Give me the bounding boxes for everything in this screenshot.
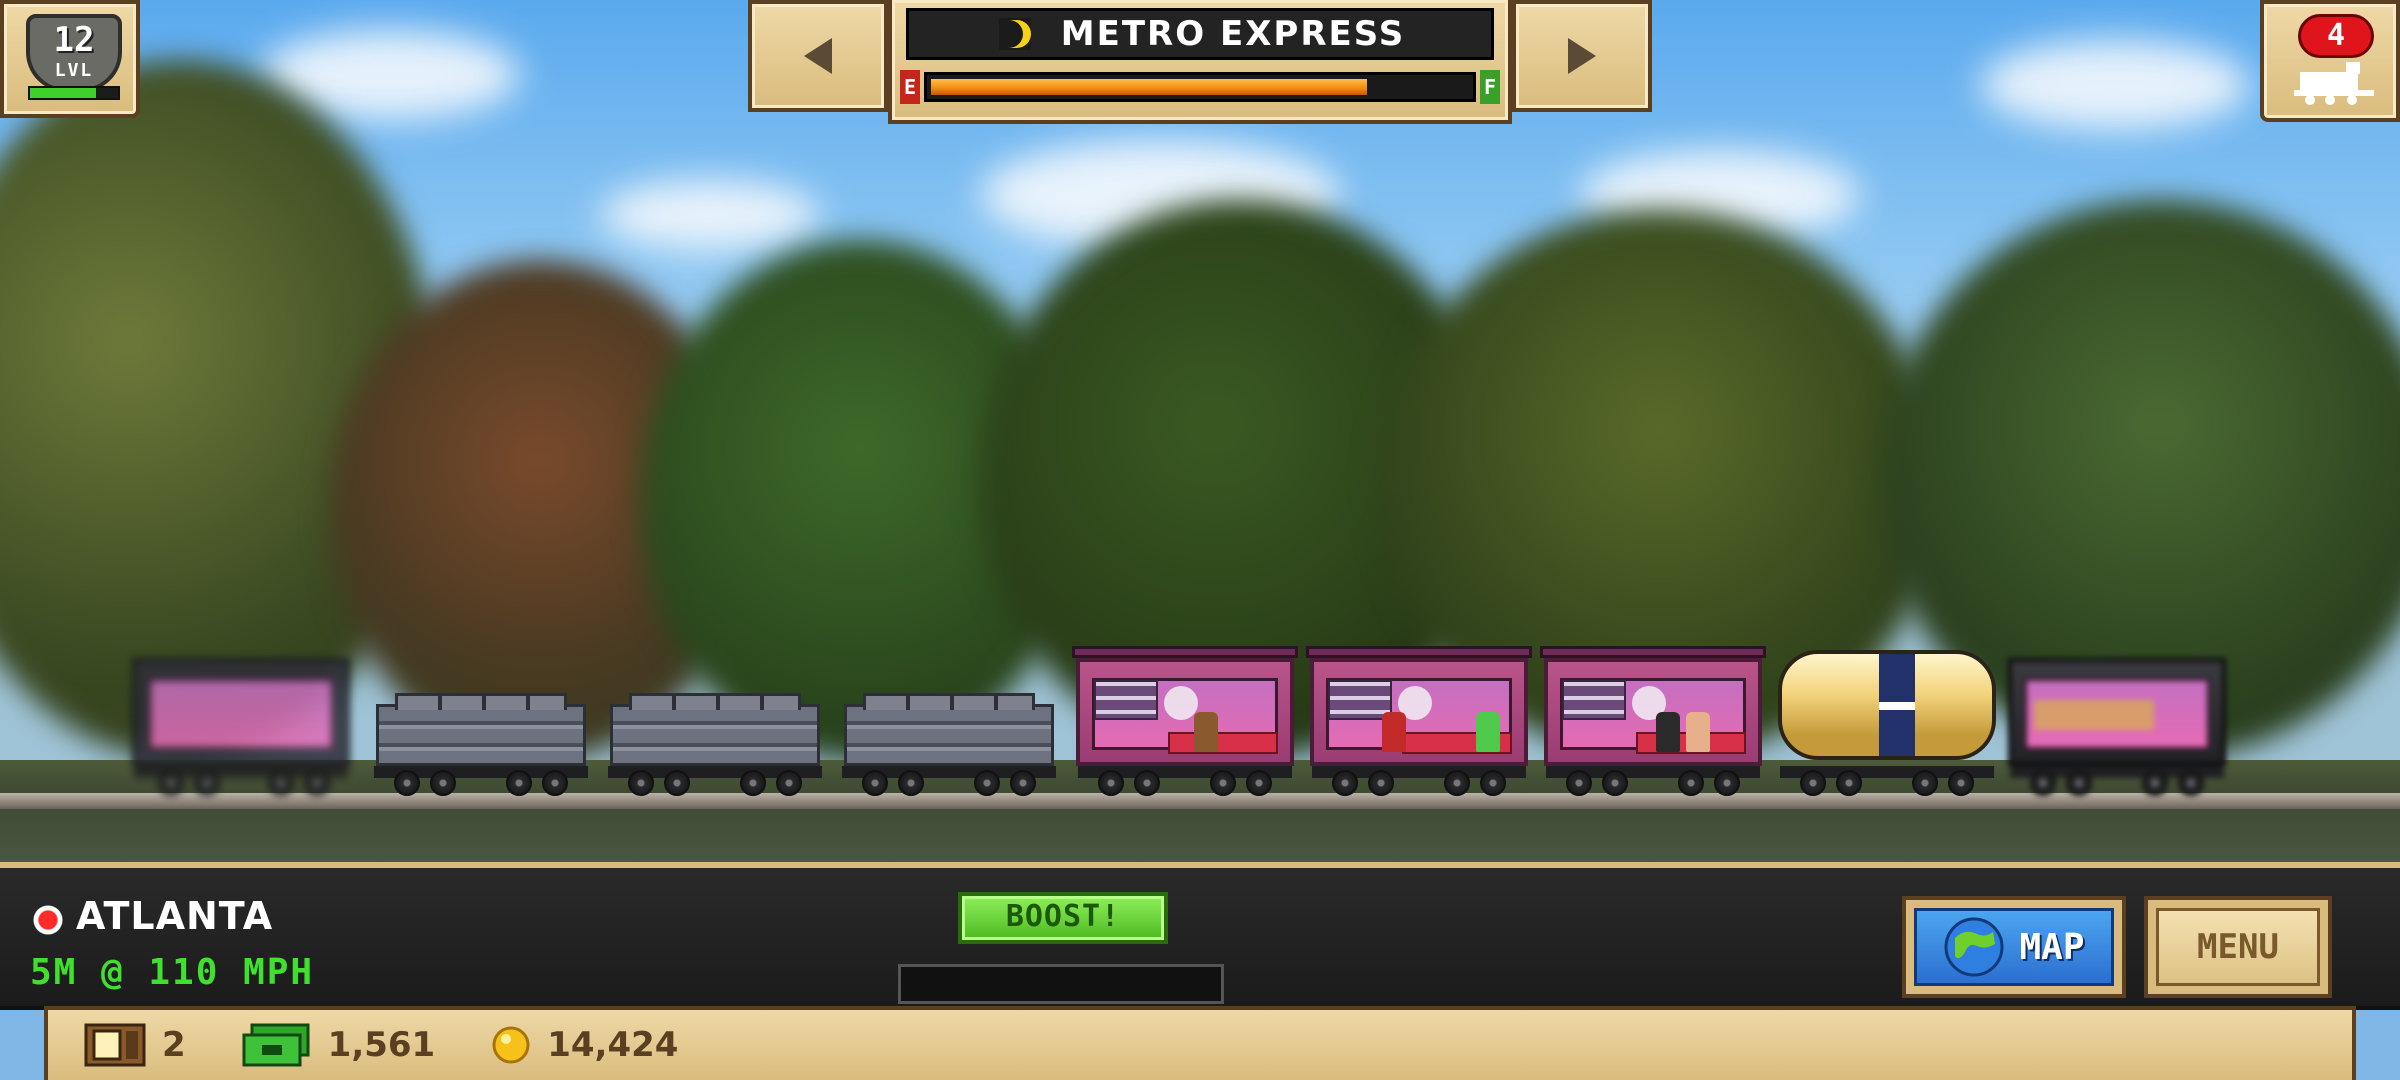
fuel-gauge: E F <box>900 70 1500 104</box>
passenger <box>1686 712 1710 752</box>
flatcar-steel[interactable] <box>368 660 594 800</box>
coin-icon <box>492 1026 530 1064</box>
trains-count-badge: 4 <box>2298 14 2374 58</box>
cash-amount: 1,561 <box>327 1025 436 1065</box>
locomotive[interactable] <box>2004 640 2230 800</box>
previous-train-button[interactable] <box>748 0 888 112</box>
crates-resource[interactable]: 2 <box>84 1023 186 1067</box>
train-name: METRO EXPRESS <box>1060 14 1406 54</box>
bottom-hud: ATLANTA 5M @ 110 MPH BOOST! MAP MENU <box>0 862 2400 1010</box>
trains-button[interactable]: 4 <box>2260 0 2400 122</box>
menu-button-face: MENU <box>2156 908 2320 986</box>
cash-icon <box>242 1023 310 1067</box>
level-shield-icon: 12 LVL <box>26 14 122 92</box>
caboose-car[interactable] <box>128 640 354 800</box>
coins-resource[interactable]: 14,424 <box>491 1025 678 1065</box>
half-moon-icon <box>998 18 1031 50</box>
fuel-fill <box>931 79 1367 95</box>
menu-button[interactable]: MENU <box>2144 896 2332 998</box>
level-progress-bar <box>28 86 120 100</box>
passenger-car[interactable] <box>1306 640 1532 800</box>
train-selector: METRO EXPRESS E F <box>748 0 1652 124</box>
map-button-face: MAP <box>1914 908 2114 986</box>
destination-station: ATLANTA <box>76 894 274 938</box>
passenger <box>1194 712 1218 752</box>
right-arrow-icon <box>1568 38 1596 74</box>
map-button[interactable]: MAP <box>1902 896 2126 998</box>
cash-resource[interactable]: 1,561 <box>242 1023 436 1067</box>
tank-car[interactable] <box>1774 630 2000 800</box>
menu-label: MENU <box>2197 927 2279 967</box>
flatcar-steel[interactable] <box>836 660 1062 800</box>
level-label: LVL <box>54 60 94 81</box>
boost-button[interactable]: BOOST! <box>958 892 1168 944</box>
locomotive-icon <box>2294 62 2374 105</box>
fuel-empty-marker: E <box>900 70 920 104</box>
train-name-bar: METRO EXPRESS <box>906 8 1494 60</box>
next-train-button[interactable] <box>1512 0 1652 112</box>
level-badge[interactable]: 12 LVL <box>0 0 140 118</box>
passenger-car[interactable] <box>1540 640 1766 800</box>
globe-icon <box>1944 917 2004 977</box>
level-number: 12 <box>53 20 95 60</box>
flatcar-steel[interactable] <box>602 660 828 800</box>
coins-amount: 14,424 <box>547 1025 679 1065</box>
resource-bar: 2 1,561 14,424 <box>44 1006 2356 1080</box>
level-progress-fill <box>30 88 96 98</box>
train-title-box: METRO EXPRESS E F <box>888 0 1512 124</box>
map-label: MAP <box>2019 926 2085 968</box>
train[interactable] <box>0 0 2400 865</box>
passenger <box>1382 712 1406 752</box>
passenger <box>1656 712 1680 752</box>
boost-progress-bar <box>898 964 1224 1004</box>
distance-speed-readout: 5M @ 110 MPH <box>30 952 315 993</box>
fuel-track <box>924 72 1476 102</box>
fuel-full-marker: F <box>1480 70 1500 104</box>
passenger <box>1476 712 1500 752</box>
passenger-car[interactable] <box>1072 640 1298 800</box>
crate-icon <box>84 1023 146 1067</box>
left-arrow-icon <box>804 38 832 74</box>
station-marker-icon <box>32 904 64 936</box>
crates-count: 2 <box>162 1025 186 1065</box>
